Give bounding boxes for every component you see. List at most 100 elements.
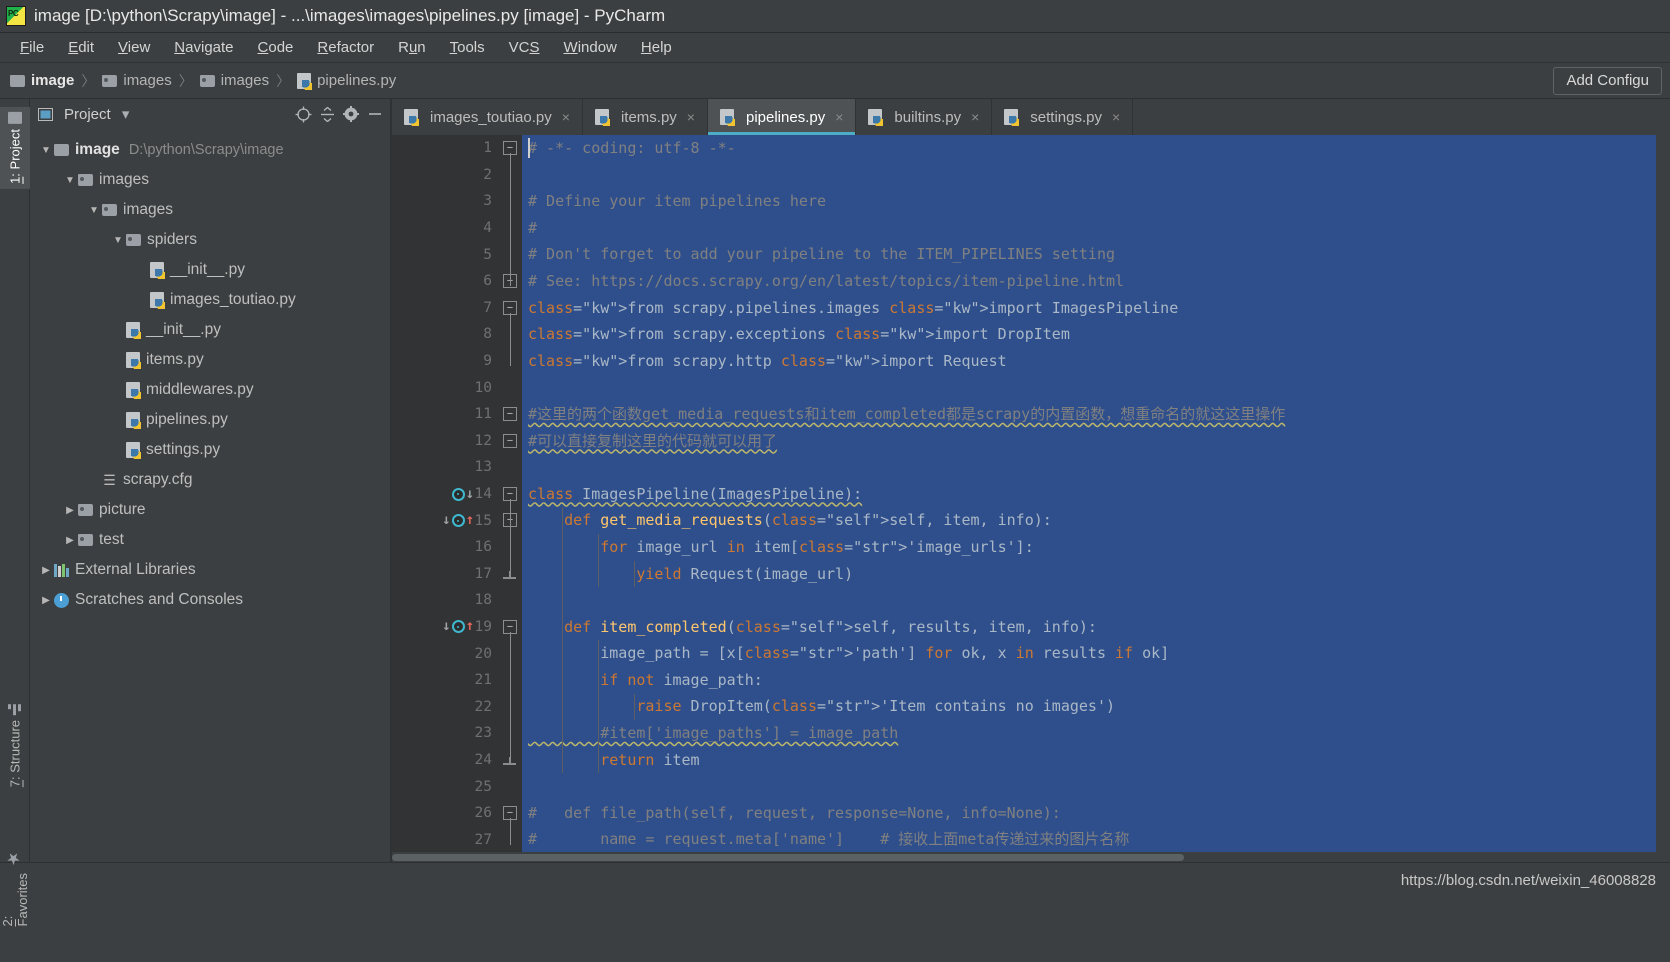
menu-item-refactor[interactable]: Refactor bbox=[305, 37, 386, 58]
tree-item-pipelines-py[interactable]: pipelines.py bbox=[30, 405, 390, 435]
code-text-area[interactable]: # -*- coding: utf-8 -*- # Define your it… bbox=[522, 135, 1656, 862]
tree-item-label: External Libraries bbox=[75, 561, 196, 578]
editor-tab-pipelines-py[interactable]: pipelines.py × bbox=[707, 99, 857, 135]
menu-item-navigate[interactable]: Navigate bbox=[162, 37, 245, 58]
menu-item-vcs[interactable]: VCS bbox=[497, 37, 552, 58]
editor-tab-items-py[interactable]: items.py × bbox=[582, 99, 708, 135]
gear-icon[interactable] bbox=[342, 105, 360, 123]
editor-tab-label: images_toutiao.py bbox=[430, 108, 552, 126]
tool-window-tab-project[interactable]: 1: Project bbox=[0, 107, 30, 189]
tree-item-scratches-and-consoles[interactable]: ▶ Scratches and Consoles bbox=[30, 585, 390, 615]
chevron-down-icon[interactable]: ▼ bbox=[38, 145, 54, 156]
arrow-down-icon[interactable]: ↓ bbox=[442, 513, 450, 527]
close-icon[interactable]: × bbox=[971, 109, 979, 125]
tree-item-settings-py[interactable]: settings.py bbox=[30, 435, 390, 465]
line-number-3: 3 bbox=[483, 193, 492, 210]
chevron-right-icon[interactable]: ▶ bbox=[62, 535, 78, 546]
overridden-method-icon-icon[interactable] bbox=[451, 620, 465, 634]
overridden-method-icon-icon[interactable] bbox=[451, 514, 465, 528]
breadcrumb-item-image[interactable]: image bbox=[10, 72, 74, 89]
tree-item-picture[interactable]: ▶ picture bbox=[30, 495, 390, 525]
python-file-icon bbox=[126, 322, 141, 339]
close-icon[interactable]: × bbox=[1112, 109, 1120, 125]
tree-item---init---py[interactable]: __init__.py bbox=[30, 315, 390, 345]
collapse-all-icon[interactable] bbox=[318, 105, 336, 123]
breadcrumb-item-images[interactable]: images bbox=[199, 72, 269, 89]
code-line-26: # def file_path(self, request, response=… bbox=[528, 803, 1061, 822]
menu-item-view[interactable]: View bbox=[106, 37, 162, 58]
breadcrumb-item-pipelines-py[interactable]: pipelines.py bbox=[297, 72, 396, 90]
line-number-26: 26 bbox=[474, 805, 492, 822]
close-icon[interactable]: × bbox=[562, 109, 570, 125]
tree-item-external-libraries[interactable]: ▶ External Libraries bbox=[30, 555, 390, 585]
code-editor[interactable]: 1 2 3 4 5 6 7 8 9 10 11 12 13 14 ↓ 15 ↓ ↑ 16 17 18 19 ↓ ↑ 20 21 22… bbox=[392, 135, 1670, 862]
editor-tab-bar: images_toutiao.py × items.py × pipelines.py ×… bbox=[392, 99, 1670, 135]
chevron-right-icon[interactable]: ▶ bbox=[62, 505, 78, 516]
project-tree[interactable]: ▼ image D:\python\Scrapy\image ▼ images ▼ imag… bbox=[30, 129, 390, 862]
chevron-down-icon[interactable]: ▾ bbox=[117, 105, 135, 123]
arrow-down-icon[interactable]: ↓ bbox=[442, 619, 450, 633]
chevron-down-icon[interactable]: ▼ bbox=[86, 205, 102, 216]
menu-item-file[interactable]: File bbox=[8, 37, 56, 58]
folder-icon bbox=[10, 74, 25, 87]
tree-item-image[interactable]: ▼ image D:\python\Scrapy\image bbox=[30, 135, 390, 165]
locate-icon[interactable] bbox=[294, 105, 312, 123]
tree-item-scrapy-cfg[interactable]: ☰ scrapy.cfg bbox=[30, 465, 390, 495]
gutter-marker-line-19[interactable]: ↓ ↑ bbox=[442, 619, 474, 634]
gutter-marker-line-14[interactable]: ↓ bbox=[451, 487, 474, 501]
tool-window-tab-favorites[interactable]: 2: Favorites ★ bbox=[0, 844, 30, 931]
arrow-up-icon[interactable]: ↑ bbox=[466, 619, 474, 633]
gutter-marker-line-15[interactable]: ↓ ↑ bbox=[442, 513, 474, 528]
tree-item-middlewares-py[interactable]: middlewares.py bbox=[30, 375, 390, 405]
folder-icon bbox=[54, 144, 69, 156]
code-lines: # -*- coding: utf-8 -*- # Define your it… bbox=[522, 135, 1656, 853]
scratches-icon bbox=[54, 592, 69, 608]
menu-item-window[interactable]: Window bbox=[552, 37, 629, 58]
tree-item-items-py[interactable]: items.py bbox=[30, 345, 390, 375]
code-folding-gutter[interactable]: −−−−−−−−− bbox=[500, 135, 522, 862]
code-line-11: #这里的两个函数get_media_requests和item_complete… bbox=[528, 404, 1286, 423]
menu-item-run[interactable]: Run bbox=[386, 37, 438, 58]
breadcrumb-item-images[interactable]: images bbox=[102, 72, 172, 89]
fold-region-end[interactable] bbox=[503, 570, 517, 579]
menu-item-edit[interactable]: Edit bbox=[56, 37, 106, 58]
fold-region-end[interactable] bbox=[503, 756, 517, 765]
editor-tab-settings-py[interactable]: settings.py × bbox=[992, 99, 1134, 135]
chevron-right-icon[interactable]: ▶ bbox=[38, 595, 54, 606]
add-configuration-button[interactable]: Add Configu bbox=[1553, 67, 1662, 95]
tree-item-images[interactable]: ▼ images bbox=[30, 165, 390, 195]
line-number-8: 8 bbox=[483, 326, 492, 343]
chevron-right-icon[interactable]: ▶ bbox=[38, 565, 54, 576]
overridden-method-icon-icon[interactable] bbox=[451, 487, 465, 501]
close-icon[interactable]: × bbox=[687, 109, 695, 125]
breadcrumb-label: image bbox=[31, 72, 75, 89]
tree-item-path: D:\python\Scrapy\image bbox=[128, 142, 284, 158]
tree-item-images[interactable]: ▼ images bbox=[30, 195, 390, 225]
arrow-up-icon[interactable]: ↑ bbox=[466, 513, 474, 527]
menu-item-help[interactable]: Help bbox=[629, 37, 684, 58]
tree-item---init---py[interactable]: __init__.py bbox=[30, 255, 390, 285]
close-icon[interactable]: × bbox=[835, 109, 843, 125]
hide-panel-icon[interactable] bbox=[366, 105, 384, 123]
chevron-down-icon[interactable]: ▼ bbox=[110, 235, 126, 246]
editor-tab-builtins-py[interactable]: builtins.py × bbox=[856, 99, 993, 135]
external-libraries-icon bbox=[54, 563, 69, 577]
indent-guide bbox=[598, 640, 599, 774]
tree-item-spiders[interactable]: ▼ spiders bbox=[30, 225, 390, 255]
fold-toggle-line-12[interactable]: − bbox=[503, 433, 517, 448]
editor-right-scroll-strip[interactable] bbox=[1656, 135, 1670, 862]
chevron-down-icon[interactable]: ▼ bbox=[62, 175, 78, 186]
menu-item-code[interactable]: Code bbox=[246, 37, 306, 58]
editor-tab-images-toutiao-py[interactable]: images_toutiao.py × bbox=[392, 99, 583, 135]
horizontal-scrollbar[interactable] bbox=[392, 852, 1670, 862]
tool-window-tab-structure[interactable]: 7: Structure bbox=[0, 699, 30, 792]
horizontal-scrollbar-thumb[interactable] bbox=[392, 854, 1185, 861]
fold-toggle-line-11[interactable]: − bbox=[503, 407, 517, 421]
tree-item-images-toutiao-py[interactable]: images_toutiao.py bbox=[30, 285, 390, 315]
tree-item-test[interactable]: ▶ test bbox=[30, 525, 390, 555]
arrow-down-icon[interactable]: ↓ bbox=[466, 487, 474, 501]
menu-item-tools[interactable]: Tools bbox=[438, 37, 497, 58]
indent-guide bbox=[598, 534, 599, 588]
